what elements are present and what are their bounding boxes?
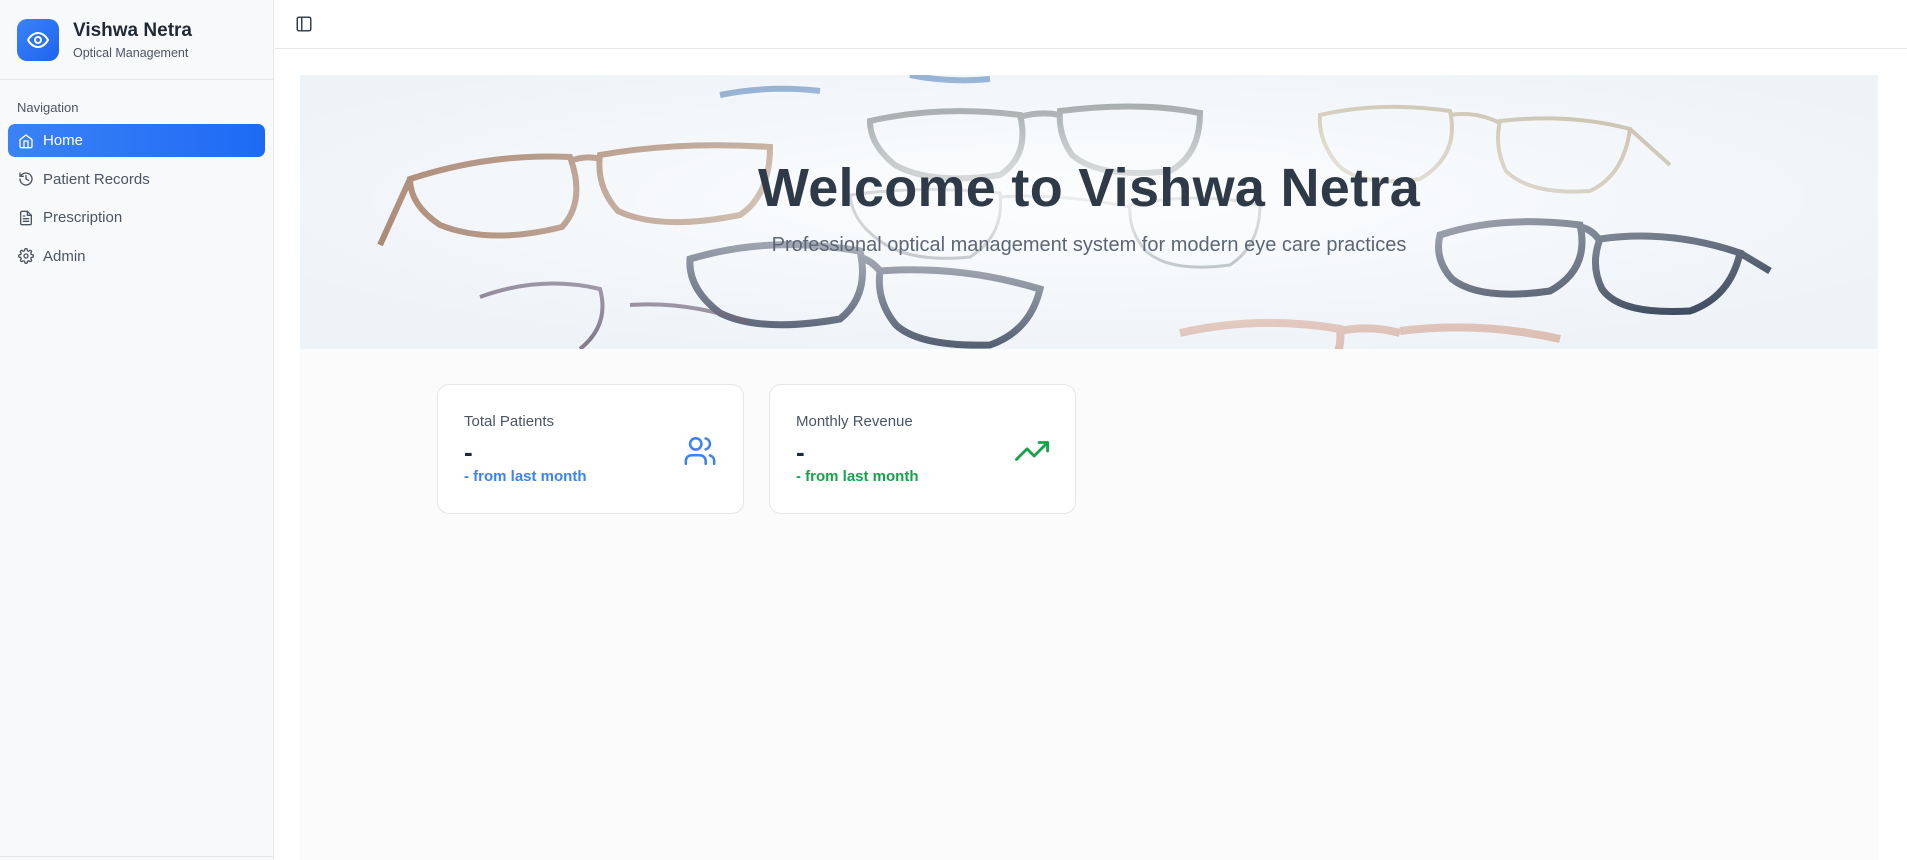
brand-subtitle: Optical Management	[73, 45, 189, 60]
brand-name: Vishwa Netra	[73, 19, 192, 41]
history-icon	[18, 171, 34, 187]
home-icon	[18, 133, 34, 149]
sidebar-footer	[0, 856, 274, 860]
sidebar-item-home[interactable]: Home	[8, 124, 265, 157]
sidebar-item-patient-records[interactable]: Patient Records	[8, 163, 265, 196]
app: Vishwa Netra Optical Management Navigati…	[0, 0, 1907, 860]
stat-card-monthly-revenue: Monthly Revenue - - from last month	[769, 384, 1076, 514]
stat-change: - from last month	[464, 468, 587, 485]
sidebar-item-prescription[interactable]: Prescription	[8, 201, 265, 234]
sidebar-toggle-icon[interactable]	[295, 15, 313, 33]
hero-banner: Welcome to Vishwa Netra Professional opt…	[300, 75, 1878, 349]
stat-value: -	[796, 437, 805, 467]
gear-icon	[18, 248, 34, 264]
users-icon	[683, 434, 717, 468]
stat-title: Monthly Revenue	[796, 413, 913, 430]
sidebar-nav: Home Patient Records Prescription Admin	[0, 124, 273, 273]
stat-value: -	[464, 437, 473, 467]
hero-title: Welcome to Vishwa Netra	[757, 158, 1421, 218]
stat-card-total-patients: Total Patients - - from last month	[437, 384, 744, 514]
sidebar-item-admin[interactable]: Admin	[8, 240, 265, 273]
nav-group-label: Navigation	[17, 100, 79, 115]
topbar	[275, 0, 1907, 49]
stat-title: Total Patients	[464, 413, 555, 430]
sidebar-item-label: Patient Records	[43, 170, 150, 188]
eye-icon	[17, 18, 59, 61]
sidebar-item-label: Admin	[43, 247, 86, 265]
sidebar-item-label: Home	[43, 132, 84, 149]
file-text-icon	[18, 210, 34, 226]
sidebar: Vishwa Netra Optical Management Navigati…	[0, 0, 274, 860]
trending-up-icon	[1015, 434, 1049, 468]
stat-change: - from last month	[796, 468, 919, 485]
hero-subtitle: Professional optical management system f…	[771, 234, 1407, 256]
brand: Vishwa Netra Optical Management	[0, 0, 273, 80]
sidebar-item-label: Prescription	[43, 209, 123, 226]
